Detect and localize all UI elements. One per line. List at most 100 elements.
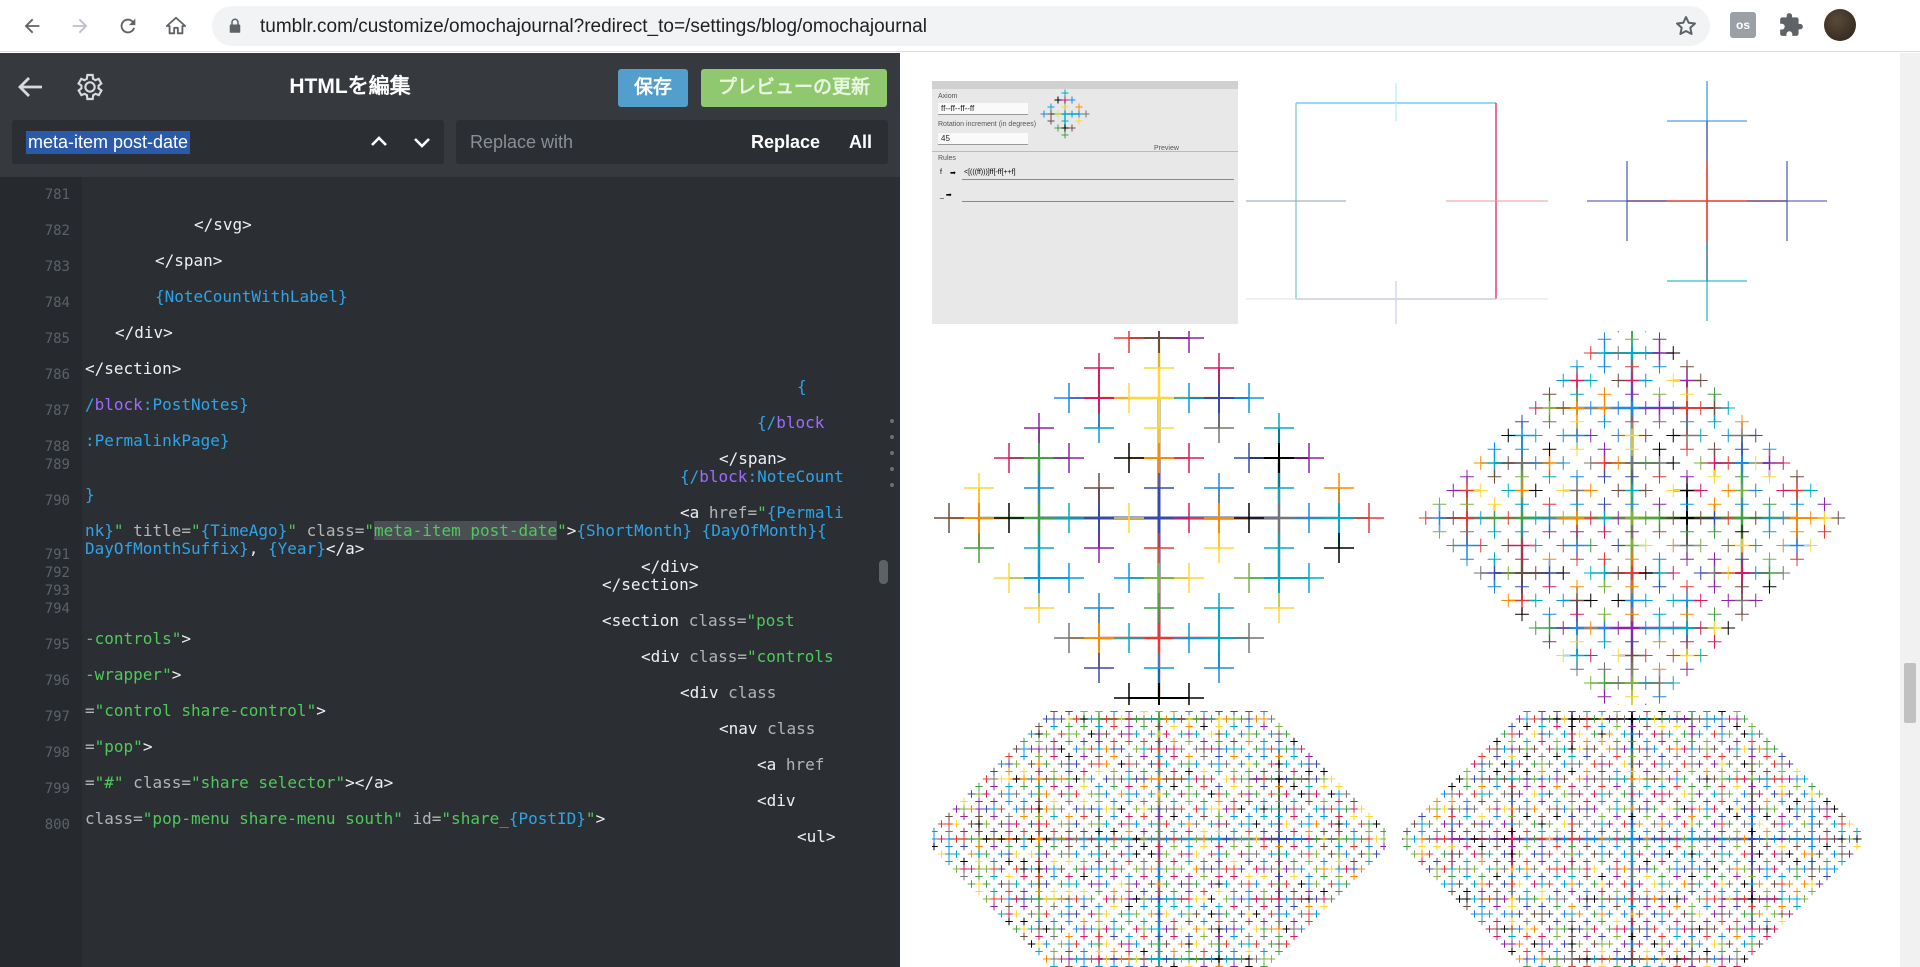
code-line: DayOfMonthSuffix}, {Year}</a> (85, 539, 365, 558)
code-line: ="#" class="share selector"></a> (85, 773, 394, 792)
line-number: 796 (44, 673, 70, 689)
replace-input[interactable]: Replace with Replace All (456, 120, 888, 164)
line-number: 792 (44, 565, 70, 581)
line-number: 782 (44, 223, 70, 239)
line-number: 788 (44, 439, 70, 455)
line-number: 785 (44, 331, 70, 347)
code-line: </div> (115, 323, 173, 342)
editor-header: HTMLを編集 保存 プレビューの更新 (0, 53, 900, 120)
replace-all-button[interactable]: All (849, 132, 872, 153)
code-scrollbar[interactable] (879, 560, 888, 584)
code-line: -controls"> (85, 629, 191, 648)
code-line: <div class (680, 683, 777, 702)
back-icon[interactable] (14, 8, 50, 44)
line-number: 791 (44, 547, 70, 563)
axiom-field: ff--ff--ff--ff (938, 103, 1028, 115)
extensions-puzzle-icon[interactable] (1778, 12, 1804, 38)
code-line: { (797, 377, 807, 396)
code-line: </section> (85, 359, 182, 378)
code-line: <nav class (719, 719, 816, 738)
code-line: <a href="{Permali (680, 503, 844, 522)
code-line: ="pop"> (85, 737, 153, 756)
code-line: /block:PostNotes} (85, 395, 249, 414)
line-number: 787 (44, 403, 70, 419)
line-number: 797 (44, 709, 70, 725)
rule-key: f (940, 169, 942, 176)
url-text: tumblr.com/customize/omochajournal?redir… (260, 16, 927, 37)
line-gutter: 781 782 783 784 785 786 787 788 789 790 … (0, 177, 82, 967)
find-replace-bar: meta-item post-date Replace with Replace… (0, 120, 900, 177)
line-number: 799 (44, 781, 70, 797)
fractal-image-step6 (1402, 711, 1862, 967)
line-number: 789 (44, 457, 70, 473)
line-number: 794 (44, 601, 70, 617)
rotation-field: 45 (938, 133, 1028, 145)
reload-icon[interactable] (110, 8, 146, 44)
browser-toolbar: tumblr.com/customize/omochajournal?redir… (0, 0, 1920, 52)
preview-top-strip (932, 53, 1894, 81)
line-number: 783 (44, 259, 70, 275)
rule-underline (962, 179, 1234, 180)
code-line: :PermalinkPage} (85, 431, 230, 450)
minimap-dot (890, 467, 894, 471)
minimap-dot (890, 483, 894, 487)
code-line: } (85, 485, 95, 504)
code-line: <div class="controls (641, 647, 834, 666)
arrow-icon: ➡ (950, 170, 956, 177)
forward-icon[interactable] (62, 8, 98, 44)
code-line: <ul> (797, 827, 836, 846)
lock-icon (229, 18, 241, 33)
chevron-up-icon[interactable] (367, 130, 391, 154)
line-number: 800 (44, 817, 70, 833)
address-bar[interactable]: tumblr.com/customize/omochajournal?redir… (212, 6, 1710, 46)
code-line: <section class="post (602, 611, 795, 630)
code-line: </span> (155, 251, 223, 270)
minimap-dot (890, 435, 894, 439)
back-arrow-icon[interactable] (14, 71, 46, 103)
fractal-image-step2 (1556, 81, 1858, 324)
code-line: </span> (719, 449, 787, 468)
rotation-label: Rotation increment (in degrees) (938, 121, 1037, 128)
profile-avatar[interactable] (1824, 9, 1856, 41)
editor-title: HTMLを編集 (289, 75, 411, 98)
line-number: 781 (44, 187, 70, 203)
code-line: </section> (602, 575, 699, 594)
rule-underline (962, 201, 1234, 202)
code-line: <div (757, 791, 796, 810)
code-line: nk}" title="{TimeAgo}" class="meta-item … (85, 521, 827, 540)
replace-placeholder: Replace with (470, 132, 574, 152)
code-line: -wrapper"> (85, 665, 182, 684)
line-number: 793 (44, 583, 70, 599)
code-area[interactable]: 781 782 783 784 785 786 787 788 789 790 … (0, 177, 900, 967)
gear-icon[interactable] (74, 71, 106, 103)
fractal-image-step3 (932, 331, 1386, 705)
line-number: 790 (44, 493, 70, 509)
code-line: </svg> (194, 215, 252, 234)
blog-preview-panel: Axiom ff--ff--ff--ff Rotation increment … (900, 53, 1920, 967)
find-input-value: meta-item post-date (26, 131, 191, 154)
minimap-dot (890, 451, 894, 455)
replace-button[interactable]: Replace (751, 132, 820, 153)
minimap-dot (890, 419, 894, 423)
code-line: {/block:NoteCount (680, 467, 844, 486)
app-divider (932, 151, 1238, 152)
code-line: </div> (641, 557, 699, 576)
line-number: 795 (44, 637, 70, 653)
update-preview-button[interactable]: プレビューの更新 (701, 69, 887, 107)
code-line: class="pop-menu share-menu south" id="sh… (85, 809, 606, 828)
find-input[interactable]: meta-item post-date (12, 120, 444, 164)
html-editor-panel: HTMLを編集 保存 プレビューの更新 meta-item post-date … (0, 53, 900, 967)
home-icon[interactable] (158, 8, 194, 44)
save-button[interactable]: 保存 (618, 69, 688, 107)
line-number: 784 (44, 295, 70, 311)
code-line: <a href (757, 755, 825, 774)
rules-label: Rules (938, 155, 956, 162)
fractal-image-step1 (1246, 81, 1548, 324)
star-icon[interactable] (1674, 14, 1698, 38)
arrow-icon: _ ➡ (940, 192, 952, 199)
line-number: 798 (44, 745, 70, 761)
chevron-down-icon[interactable] (410, 130, 434, 154)
lastfm-extension-icon[interactable]: os (1730, 12, 1756, 38)
fractal-image-step5 (932, 711, 1386, 967)
